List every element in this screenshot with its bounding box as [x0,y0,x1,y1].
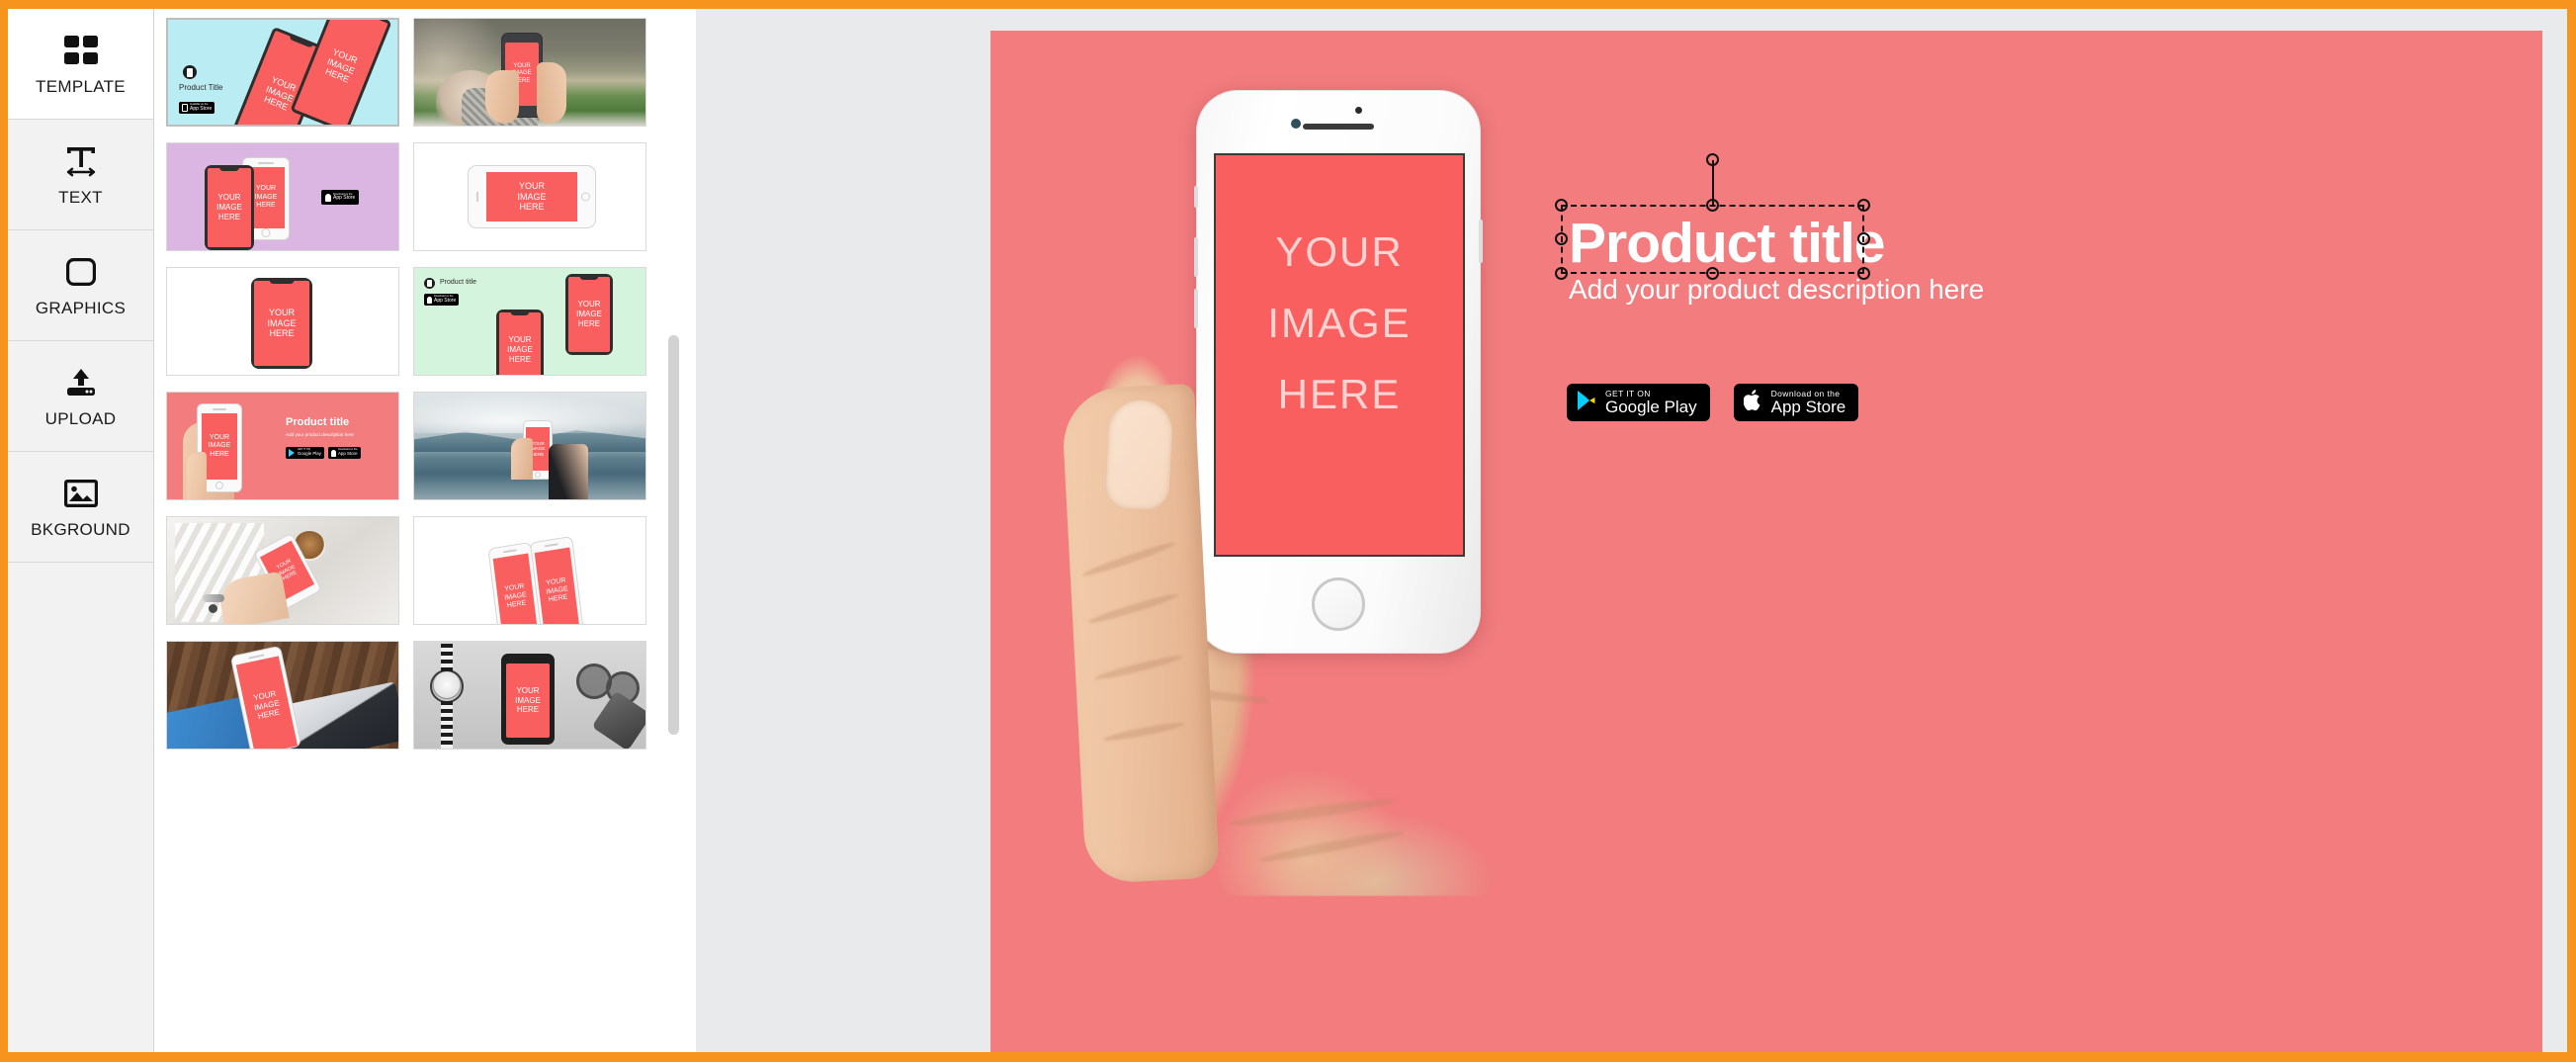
mini-app-store-badge: Download on the App Store [328,447,361,459]
design-canvas[interactable]: YOUR IMAGE HERE Product title Add your p… [990,31,2542,1052]
template-thumbnail[interactable]: YOUR IMAGE HERE [166,641,399,750]
sidebar-item-label-graphics: GRAPHICS [35,299,127,317]
sidebar-item-label-text: TEXT [58,188,103,207]
proximity-sensor-dot [1355,107,1362,114]
sidebar-item-upload[interactable]: UPLOAD [8,341,153,452]
power-button [1479,220,1483,263]
sidebar-item-label-upload: UPLOAD [44,409,117,428]
phone-screen-placeholder[interactable]: YOUR IMAGE HERE [1214,153,1465,557]
template-thumbnail[interactable]: YOUR IMAGE HERE [413,392,646,500]
sidebar-item-graphics[interactable]: GRAPHICS [8,230,153,341]
template-thumbnail[interactable]: YOUR IMAGE HERE [166,516,399,625]
resize-handle-e[interactable] [1857,232,1870,245]
template-title-label: Product Title [179,83,223,92]
template-thumbnail[interactable]: YOUR IMAGE HERE [413,641,646,750]
resize-handle-ne[interactable] [1857,199,1870,212]
product-description-text[interactable]: Add your product description here [1569,274,1984,306]
template-title-label: Product title [440,279,476,286]
resize-handle-w[interactable] [1555,232,1568,245]
screen-line-3: HERE [1277,371,1402,417]
resize-handle-n[interactable] [1705,199,1719,212]
mini-app-store-badge: Download on the App Store [424,294,460,306]
template-thumbnail[interactable]: YOUR IMAGE HERE YOUR IMAGE HERE [413,516,646,625]
template-title-label: Product title [286,416,350,428]
template-thumbnail[interactable]: YOUR IMAGE HERE [413,142,646,251]
selection-bounding-box[interactable] [1555,153,1870,280]
google-play-badge[interactable]: GET IT ON Google Play [1567,384,1710,421]
window-inner: TEMPLATE TEXT GRAPHICS UPLOAD BKGROUND P… [8,9,2567,1052]
grid-icon [61,31,101,70]
volume-down-button [1194,289,1198,328]
rounded-square-icon [61,252,101,292]
resize-handle-nw[interactable] [1555,199,1568,212]
mini-app-store-badge: Available on the App Store [179,102,215,114]
template-thumbnail[interactable]: YOUR IMAGE HERE YOUR IMAGE HERE Download on … [166,142,399,251]
app-store-badge-line2: App Store [1770,397,1846,416]
google-play-badge-line2: Google Play [1605,397,1697,416]
template-thumbnail[interactable]: YOUR IMAGE HERE [166,267,399,376]
template-browser-panel: Product Title Available on the App Store… [154,9,696,1052]
app-store-badge[interactable]: Download on the App Store [1733,384,1859,421]
app-window: TEMPLATE TEXT GRAPHICS UPLOAD BKGROUND P… [0,0,2576,1062]
google-play-icon [1577,390,1596,416]
template-thumbnail[interactable]: Product Title Available on the App Store… [166,18,399,127]
rotate-handle[interactable] [1705,153,1719,166]
home-button [1312,577,1365,631]
volume-up-button [1194,237,1198,277]
sidebar-item-label-template: TEMPLATE [36,77,126,96]
template-thumbnail[interactable]: YOUR IMAGE HERE Product title Add your pro… [166,392,399,500]
earpiece-speaker [1303,124,1374,130]
template-grid: Product Title Available on the App Store… [154,18,668,750]
sidebar-item-template[interactable]: TEMPLATE [8,9,153,120]
template-thumbnail[interactable]: Product title Download on the App Store … [413,267,646,376]
iphone-body: YOUR IMAGE HERE [1194,90,1483,654]
thumb-finger [1061,383,1220,885]
sidebar-item-label-bkground: BKGROUND [31,520,130,539]
sidebar-item-text[interactable]: TEXT [8,120,153,230]
mini-app-store-badge: Download on the App Store [321,190,360,205]
template-scrollbar-thumb[interactable] [668,335,679,735]
screen-line-2: IMAGE [1267,300,1412,346]
text-t-icon [61,141,101,181]
mini-google-play-badge: GET IT ON Google Play [286,447,324,459]
mute-switch-button [1194,186,1198,208]
fingernail [1104,398,1174,511]
resize-handle-sw[interactable] [1555,267,1568,280]
canvas-workspace[interactable]: YOUR IMAGE HERE Product title Add your p… [696,9,2567,1052]
template-thumbnail[interactable]: YOUR IMAGE HERE [413,18,646,127]
left-tool-rail: TEMPLATE TEXT GRAPHICS UPLOAD BKGROUND [8,9,154,1052]
apple-logo-icon [1743,389,1762,416]
image-picture-icon [61,474,101,513]
front-camera-icon [1291,119,1301,129]
screen-line-1: YOUR [1275,228,1404,275]
store-badges-group: GET IT ON Google Play Download on the Ap… [1567,384,1859,421]
sidebar-item-bkground[interactable]: BKGROUND [8,452,153,563]
upload-arrow-icon [61,363,101,402]
phone-mockup[interactable]: YOUR IMAGE HERE [1061,90,1603,896]
template-subtitle-label: Add your product description here [286,432,354,437]
